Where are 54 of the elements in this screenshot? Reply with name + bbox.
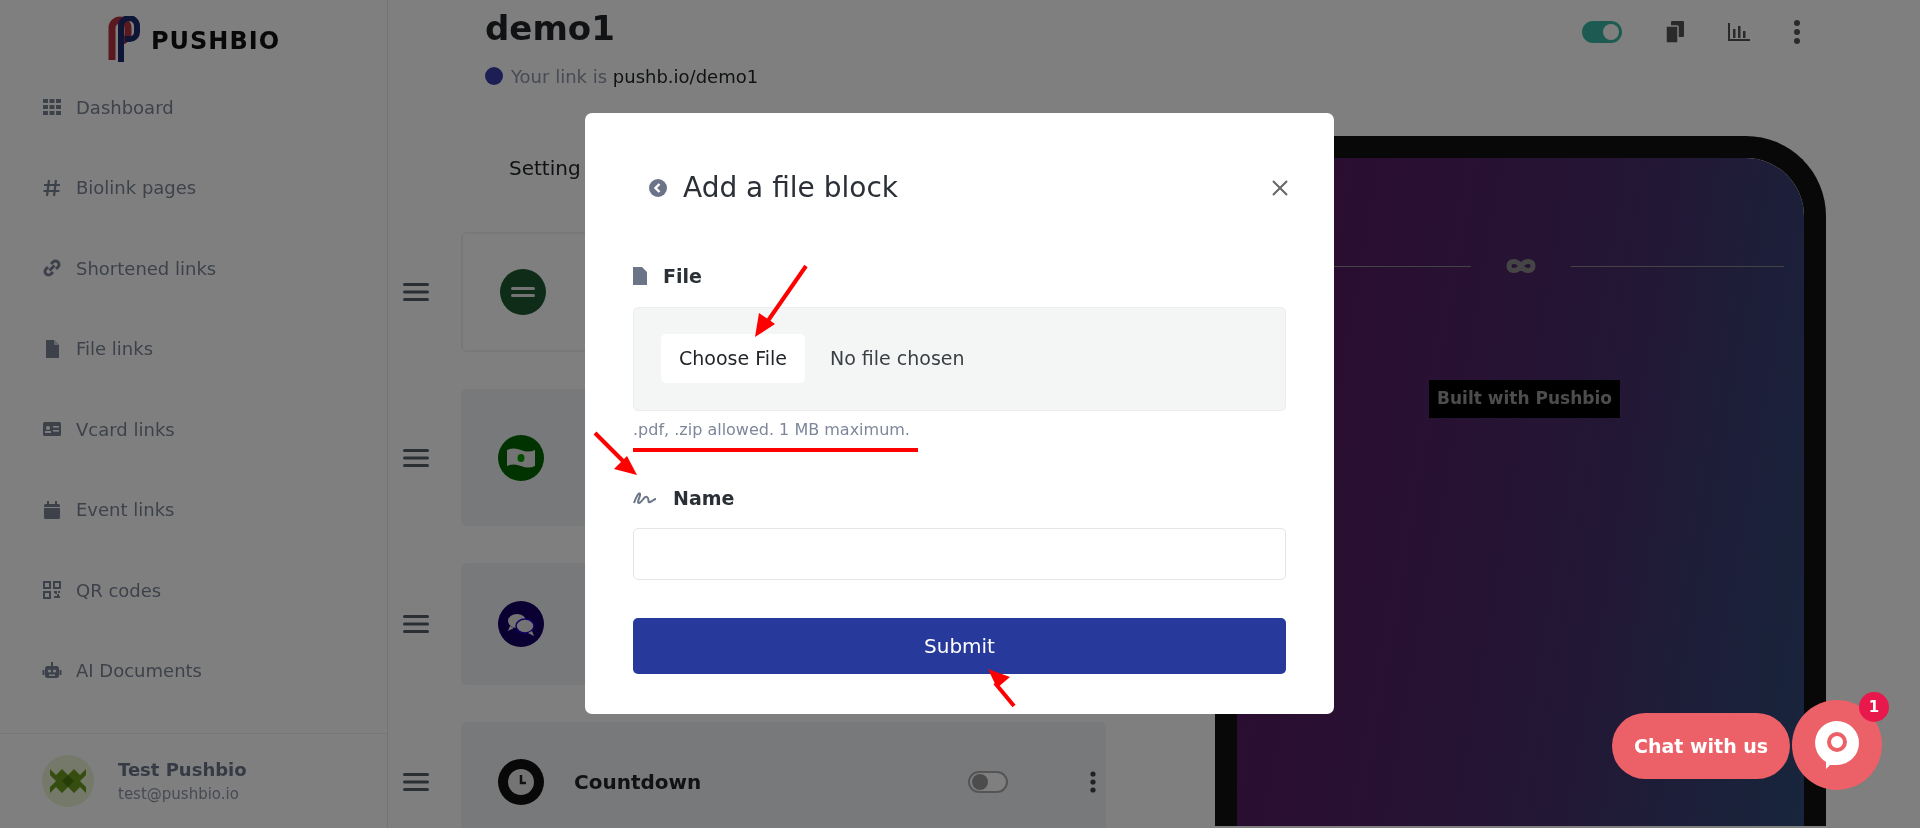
sidebar-item[interactable]: Shortened links	[0, 228, 387, 309]
bar-chart-icon[interactable]	[1728, 23, 1750, 41]
block-title: Countdown	[574, 769, 702, 796]
sidebar-item[interactable]: Vcard links	[0, 389, 387, 470]
block-card[interactable]: Countdown	[461, 722, 1106, 828]
page-link-text: Your link is pushb.io/demo1	[511, 64, 759, 89]
back-icon[interactable]	[649, 179, 667, 197]
signature-icon	[633, 490, 657, 505]
sidebar-item[interactable]: Biolink pages	[0, 147, 387, 228]
built-with-badge[interactable]: Built with Pushbio	[1429, 380, 1620, 418]
page-link[interactable]: pushb.io/demo1	[612, 65, 759, 87]
file-label: File	[663, 264, 702, 289]
sidebar-item[interactable]: AI Documents	[0, 630, 387, 711]
sidebar-item[interactable]: QR codes	[0, 550, 387, 631]
drag-handle[interactable]	[403, 282, 429, 302]
choose-file-button[interactable]: Choose File	[661, 334, 805, 383]
qr-code-icon	[42, 580, 62, 601]
drag-handle[interactable]	[403, 447, 429, 468]
sidebar-item[interactable]: File links	[0, 308, 387, 389]
more-icon[interactable]	[1794, 20, 1800, 44]
user-email: test@pushbio.io	[118, 784, 240, 806]
calendar-icon	[42, 499, 62, 520]
file-icon	[633, 267, 647, 286]
link-icon	[42, 258, 62, 279]
submit-button[interactable]: Submit	[633, 618, 1286, 674]
chat-bubble-icon	[1814, 720, 1860, 770]
name-input[interactable]	[633, 528, 1286, 580]
user-name: Test Pushbio	[118, 758, 247, 783]
file-upload-field[interactable]: Choose File No file chosen	[633, 306, 1286, 411]
annotation-arrow	[988, 669, 1016, 708]
sidebar-item[interactable]: Event links	[0, 469, 387, 550]
file-status: No file chosen	[830, 346, 965, 372]
status-dot	[485, 67, 503, 86]
drag-handle[interactable]	[403, 614, 429, 634]
logo-text: PUSHBIO	[150, 25, 281, 57]
copy-icon[interactable]	[1666, 21, 1684, 43]
settings-tab[interactable]: Setting	[509, 156, 581, 180]
name-label: Name	[673, 485, 735, 511]
avatar	[42, 755, 94, 807]
file-hint: .pdf, .zip allowed. 1 MB maximum.	[633, 421, 910, 439]
drag-handle[interactable]	[403, 772, 429, 792]
modal-title: Add a file block	[683, 170, 898, 206]
infinity-icon	[1504, 258, 1537, 274]
chat-button[interactable]: Chat with us	[1612, 713, 1791, 779]
grid-icon	[42, 97, 62, 118]
sidebar-item[interactable]: Dashboard	[0, 67, 387, 148]
close-icon[interactable]	[1272, 180, 1288, 196]
page-title: demo1	[485, 8, 616, 49]
notification-badge: 1	[1859, 692, 1889, 722]
robot-icon	[42, 660, 62, 681]
more-icon[interactable]	[1090, 771, 1096, 793]
hash-icon	[42, 177, 62, 198]
enable-toggle[interactable]	[1582, 21, 1622, 43]
block-toggle[interactable]	[968, 771, 1008, 793]
